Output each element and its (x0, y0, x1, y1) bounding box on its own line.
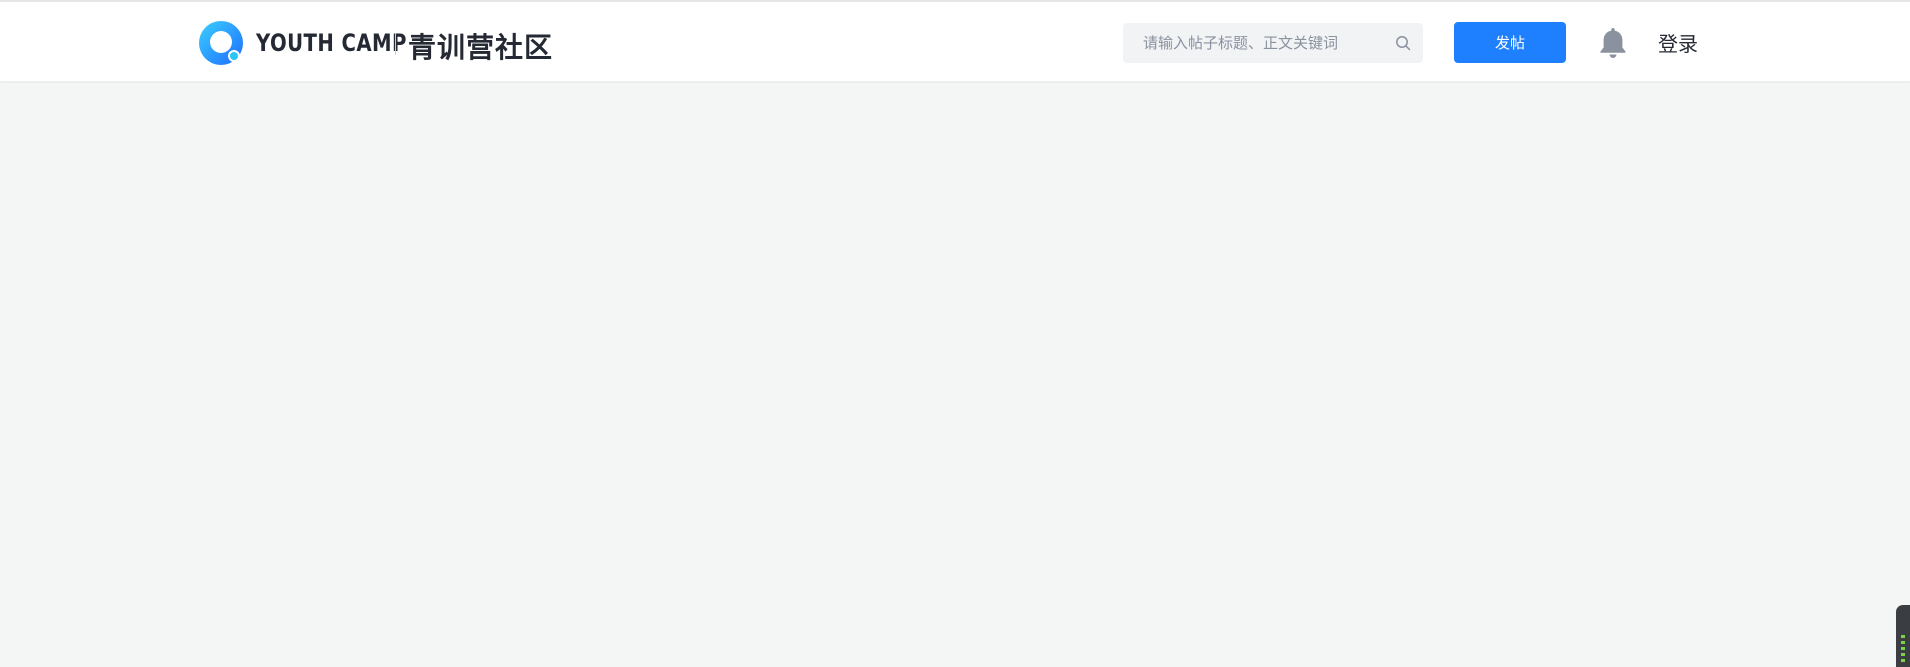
widget-indicator (1901, 635, 1905, 638)
widget-indicator (1901, 641, 1905, 644)
search-icon[interactable] (1383, 23, 1423, 63)
search-box (1123, 23, 1423, 63)
post-button[interactable]: 发帖 (1454, 22, 1566, 63)
logo-divider (395, 33, 396, 55)
side-widget-handle[interactable] (1896, 605, 1910, 667)
logo-text-cn: 青训营社区 (408, 31, 554, 64)
main-content-area (0, 83, 1910, 667)
widget-indicator (1901, 659, 1905, 662)
youth-camp-logo-icon (198, 20, 244, 66)
login-link[interactable]: 登录 (1658, 28, 1698, 57)
search-input[interactable] (1123, 23, 1383, 63)
logo-text-en: YOUTH CAMP (256, 29, 407, 57)
bell-icon[interactable] (1598, 26, 1628, 60)
widget-indicator (1901, 647, 1905, 650)
site-logo[interactable]: YOUTH CAMP 青训营社区 (198, 20, 552, 66)
top-header: YOUTH CAMP 青训营社区 发帖 登录 (0, 2, 1910, 82)
widget-indicator (1901, 653, 1905, 656)
